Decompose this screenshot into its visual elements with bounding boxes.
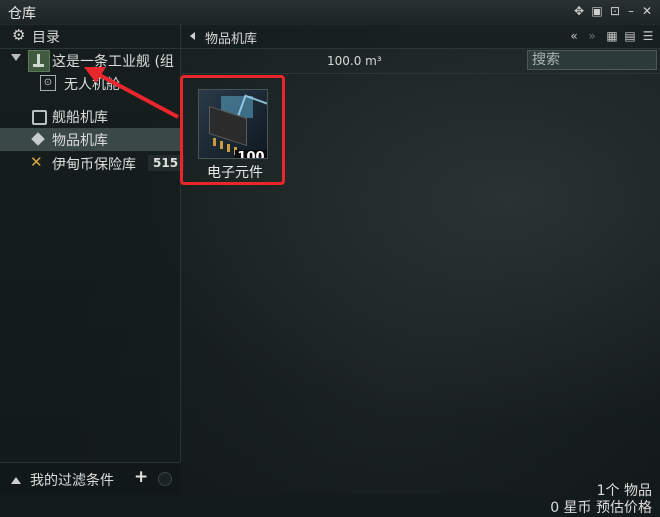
hangar-title: 物品机库 — [205, 32, 258, 47]
main-header: 物品机库 « » ▦ ▤ ☰ — [181, 24, 660, 49]
collapse-left-icon[interactable]: « — [567, 29, 581, 43]
tree-item-ship[interactable]: 这是一条工业舰 (组 — [0, 49, 180, 72]
estimated-price: 0 星币 预估价格 — [550, 500, 652, 516]
vault-icon: ✕ — [30, 153, 43, 171]
filter-bar[interactable]: 我的过滤条件 + — [0, 462, 180, 495]
collapse-right-icon[interactable]: » — [585, 29, 599, 43]
expand-arrow-icon[interactable] — [11, 54, 21, 61]
lock-icon[interactable]: ⊡ — [608, 4, 622, 18]
drone-bay-label: 无人机舱 — [64, 77, 120, 93]
ship-hangar-label: 舰船机库 — [52, 110, 108, 126]
minimize-icon[interactable]: – — [624, 4, 638, 18]
window-title: 仓库 — [8, 6, 36, 22]
ship-label: 这是一条工业舰 (组 — [52, 54, 174, 70]
deliveries-label: 伊甸币保险库 — [52, 157, 136, 173]
tree-item-deliveries[interactable]: ✕ 伊甸币保险库 515 — [0, 152, 185, 175]
sidebar: ⚙ 目录 这是一条工业舰 (组 ⊙ 无人机舱 舰船机库 物品机库 ✕ 伊甸币保险… — [0, 24, 185, 462]
close-icon[interactable]: ✕ — [640, 4, 654, 18]
capacity-readout: 100.0 m³ — [327, 54, 382, 68]
info-icon[interactable]: ▣ — [590, 4, 604, 18]
hangar-icon — [30, 108, 47, 125]
directory-header[interactable]: ⚙ 目录 — [0, 24, 180, 49]
list-view-icon[interactable]: ☰ — [641, 29, 655, 43]
ship-icon — [28, 50, 50, 72]
gear-icon[interactable]: ⚙ — [12, 26, 25, 44]
item-hangar-label: 物品机库 — [52, 133, 108, 149]
window-titlebar[interactable]: 仓库 ✥ ▣ ⊡ – ✕ — [0, 0, 660, 25]
directory-label: 目录 — [32, 30, 60, 46]
filter-label: 我的过滤条件 — [30, 473, 114, 489]
icon-view-icon[interactable]: ▦ — [605, 29, 619, 43]
count-badge: 515 — [148, 155, 185, 171]
collapse-arrow-icon[interactable] — [11, 477, 21, 484]
volume-row: 100.0 m³ — [181, 49, 660, 74]
tree-item-ship-hangar[interactable]: 舰船机库 — [0, 105, 180, 128]
search-input[interactable] — [527, 50, 657, 70]
detail-view-icon[interactable]: ▤ — [623, 29, 637, 43]
cube-icon — [30, 131, 46, 147]
annotation-highlight-box — [180, 75, 285, 185]
back-arrow-icon[interactable] — [190, 32, 195, 40]
add-filter-icon[interactable]: + — [134, 467, 148, 487]
drone-icon: ⊙ — [40, 75, 56, 91]
tree-item-item-hangar[interactable]: 物品机库 — [0, 128, 180, 151]
tree-item-drone-bay[interactable]: ⊙ 无人机舱 — [0, 72, 180, 95]
filter-toggle[interactable] — [158, 472, 172, 486]
move-icon[interactable]: ✥ — [572, 4, 586, 18]
